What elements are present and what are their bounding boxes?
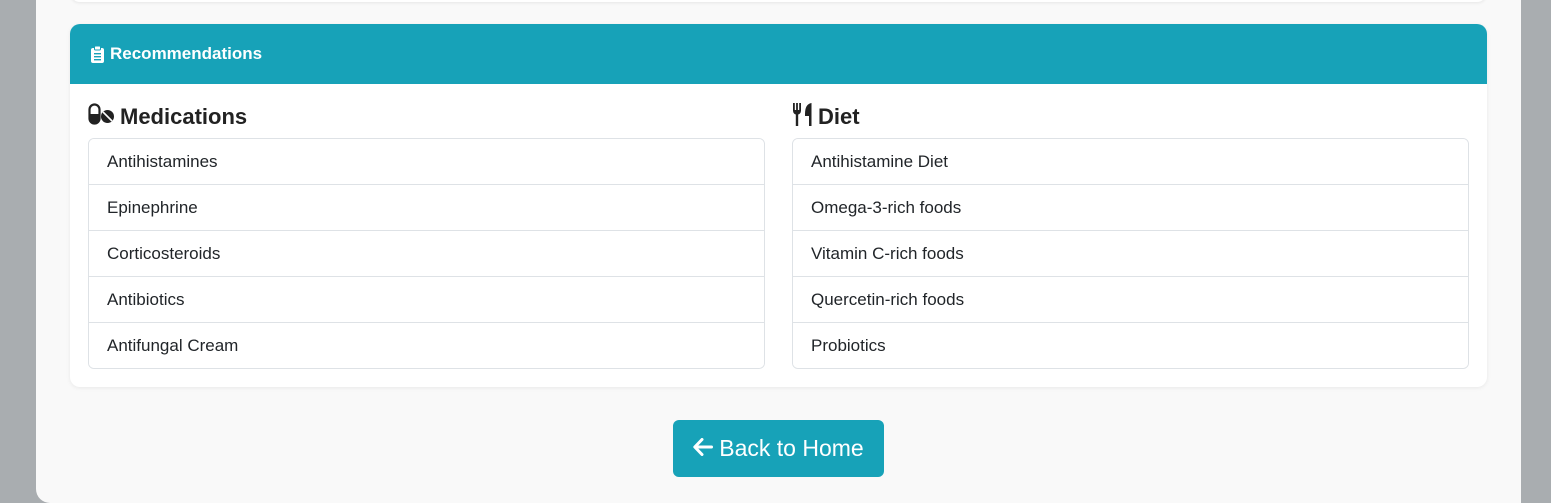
utensils-icon [792,102,813,132]
list-item: Epinephrine [89,185,764,231]
recommendations-title: Recommendations [110,44,263,63]
medications-list: Antihistamines Epinephrine Corticosteroi… [88,138,765,369]
list-item: Antifungal Cream [89,323,764,368]
medications-title: Medications [120,104,248,129]
recommendations-header: Recommendations [70,24,1487,84]
diet-heading: Diet [792,102,1469,132]
recommendations-card: Recommendations Medications Antihistamin… [70,24,1487,387]
list-item: Probiotics [793,323,1468,368]
clipboard-list-icon [91,45,104,63]
pills-icon [88,103,115,131]
list-item: Quercetin-rich foods [793,277,1468,323]
list-item: Vitamin C-rich foods [793,231,1468,277]
list-item: Antihistamines [89,139,764,185]
previous-card-bottom [70,0,1487,2]
medications-section: Medications Antihistamines Epinephrine C… [88,102,765,369]
list-item: Omega-3-rich foods [793,185,1468,231]
list-item: Corticosteroids [89,231,764,277]
list-item: Antibiotics [89,277,764,323]
diet-section: Diet Antihistamine Diet Omega-3-rich foo… [792,102,1469,369]
medications-heading: Medications [88,102,765,132]
arrow-left-icon [693,435,714,462]
back-to-home-label: Back to Home [719,435,864,461]
back-to-home-button[interactable]: Back to Home [673,420,884,477]
diet-list: Antihistamine Diet Omega-3-rich foods Vi… [792,138,1469,369]
list-item: Antihistamine Diet [793,139,1468,185]
diet-title: Diet [818,104,860,129]
